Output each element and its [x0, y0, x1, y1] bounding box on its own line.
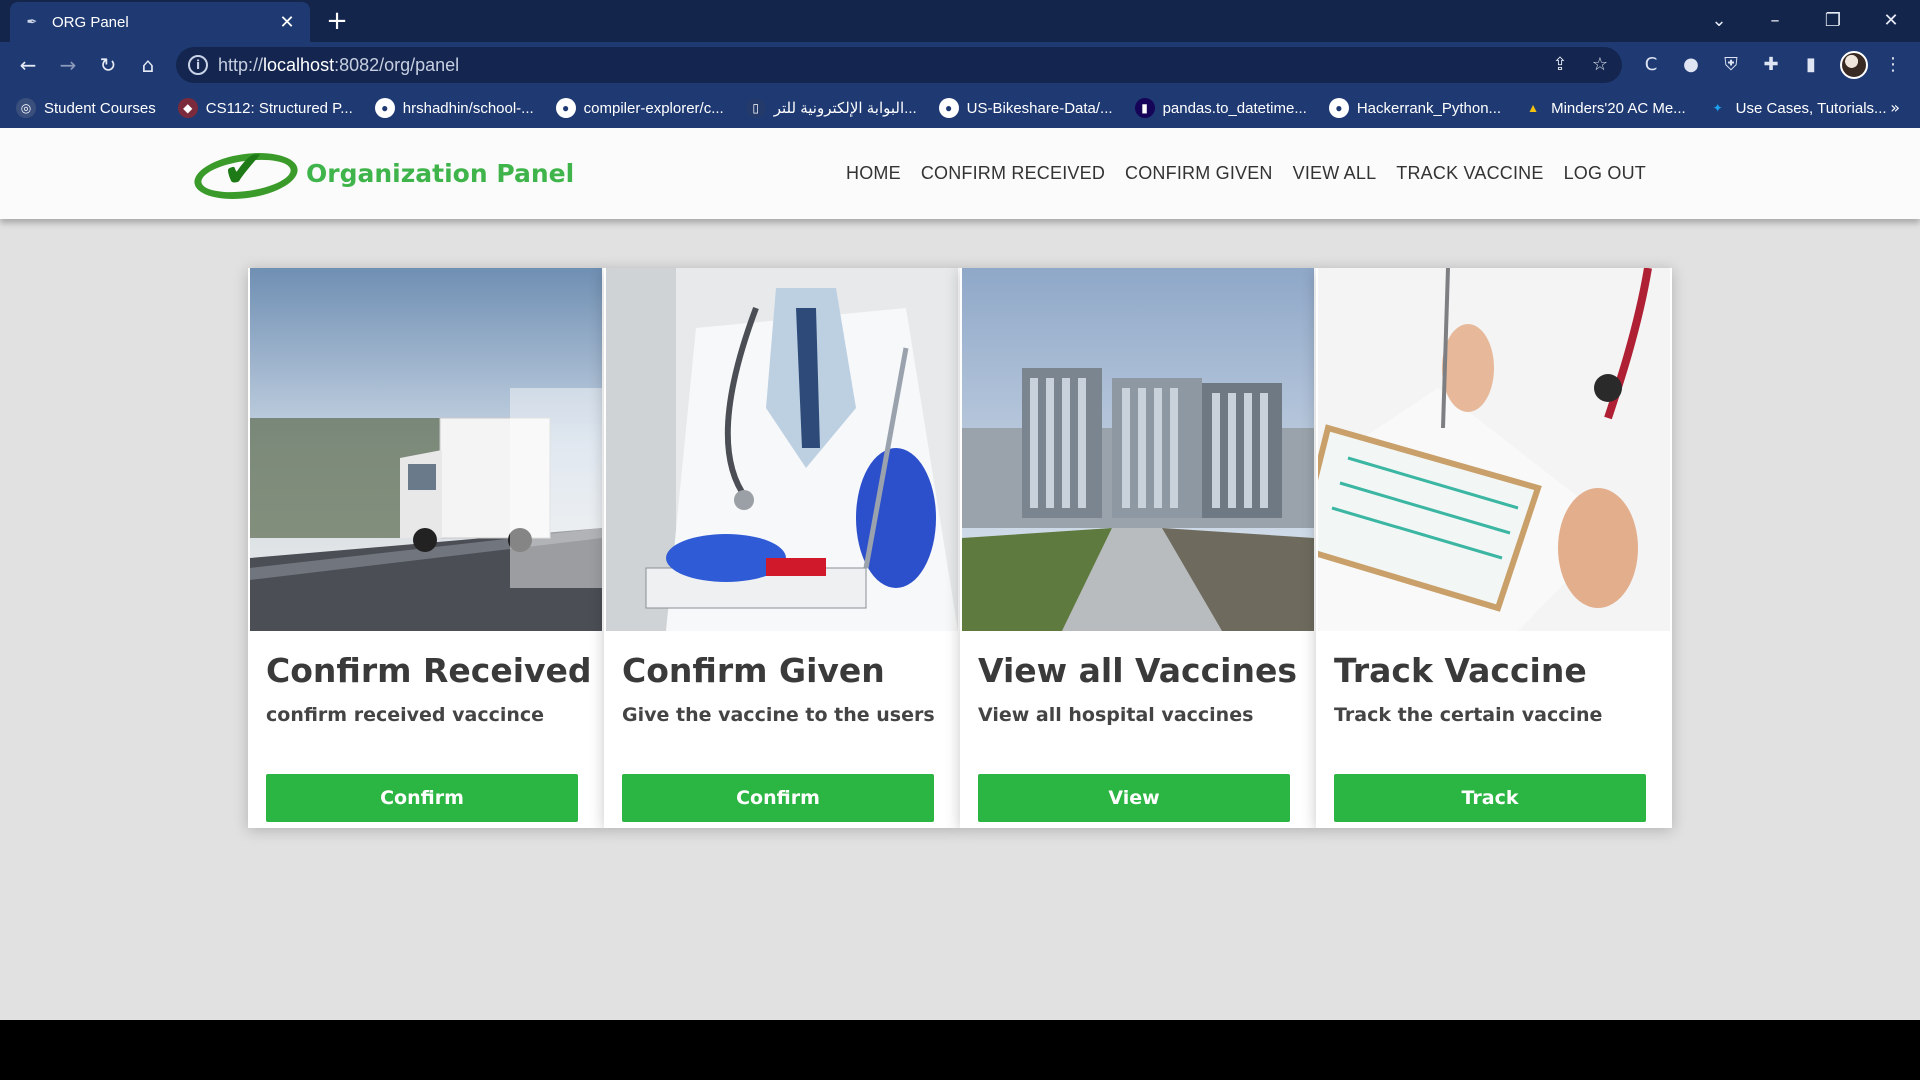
card-grid: Confirm Received confirm received vaccin… — [248, 268, 1672, 828]
extension-c-icon[interactable]: C — [1638, 52, 1664, 78]
github-icon: ● — [938, 98, 959, 118]
brand[interactable]: ✔ Organization Panel — [191, 142, 575, 206]
browser-toolbar: ← → ↻ ⌂ i http://localhost:8082/org/pane… — [0, 42, 1920, 88]
card-title: Confirm Received — [266, 651, 592, 690]
card-confirm-received: Confirm Received confirm received vaccin… — [248, 268, 604, 828]
forward-icon[interactable]: → — [54, 51, 82, 79]
bookmark-star-icon[interactable]: ☆ — [1588, 53, 1612, 77]
home-icon[interactable]: ⌂ — [134, 51, 162, 79]
github-icon: ● — [374, 98, 395, 118]
address-bar[interactable]: i http://localhost:8082/org/panel ⇪ ☆ — [176, 47, 1622, 83]
bookmark-item[interactable]: ▮ pandas.to_datetime... — [1134, 98, 1307, 118]
globe-icon: ◎ — [16, 98, 36, 118]
github-icon: ● — [555, 98, 576, 118]
card-description: confirm received vaccince — [266, 704, 545, 726]
site-info-icon[interactable]: i — [188, 55, 208, 75]
bookmark-item[interactable]: ● US-Bikeshare-Data/... — [938, 98, 1113, 118]
checkmark-logo-icon: ✔ — [191, 142, 301, 206]
menu-log-out[interactable]: LOG OUT — [1564, 163, 1646, 184]
close-window-icon[interactable]: ✕ — [1876, 6, 1906, 36]
menu-track-vaccine[interactable]: TRACK VACCINE — [1396, 163, 1543, 184]
tab-title: ORG Panel — [52, 13, 129, 31]
puzzle-extensions-icon[interactable]: ✚ — [1758, 52, 1784, 78]
bookmark-item[interactable]: ✦ Use Cases, Tutorials... — [1708, 98, 1887, 118]
bookmark-item[interactable]: ▲ Minders'20 AC Me... — [1523, 98, 1686, 118]
pandas-icon: ▮ — [1134, 98, 1155, 118]
hospital-building-image — [962, 268, 1314, 631]
bookmark-item[interactable]: ◎ Student Courses — [16, 98, 156, 118]
tab-strip: ✒ ORG Panel ✕ + ⌄ – ❐ ✕ — [0, 0, 1920, 42]
card-title: Track Vaccine — [1334, 651, 1587, 690]
minimize-icon[interactable]: – — [1760, 6, 1790, 36]
new-tab-button[interactable]: + — [324, 8, 350, 34]
page-content: ✔ Organization Panel HOME CONFIRM RECEIV… — [0, 128, 1920, 1020]
card-description: Give the vaccine to the users — [622, 704, 935, 726]
github-icon: ● — [1328, 98, 1349, 118]
bookmarks-bar: ◎ Student Courses ◆ CS112: Structured P...… — [0, 88, 1920, 128]
track-button[interactable]: Track — [1334, 774, 1646, 822]
menu-view-all[interactable]: VIEW ALL — [1293, 163, 1377, 184]
menu-confirm-given[interactable]: CONFIRM GIVEN — [1125, 163, 1273, 184]
close-tab-icon[interactable]: ✕ — [278, 13, 296, 31]
card-view-all-vaccines: View all Vaccines View all hospital vacc… — [960, 268, 1316, 828]
confirm-given-button[interactable]: Confirm — [622, 774, 934, 822]
bookmark-item[interactable]: ● hrshadhin/school-... — [374, 98, 534, 118]
cookie-icon[interactable]: ● — [1678, 52, 1704, 78]
screen-bottom-bar — [0, 1020, 1920, 1080]
more-menu-icon[interactable]: ⋮ — [1880, 52, 1906, 78]
shield-icon[interactable]: ⛨ — [1718, 52, 1744, 78]
card-track-vaccine: Track Vaccine Track the certain vaccine … — [1316, 268, 1672, 828]
bookmarks-overflow-icon[interactable]: » — [1890, 88, 1900, 128]
profile-avatar[interactable] — [1840, 51, 1868, 79]
tab-org-panel[interactable]: ✒ ORG Panel ✕ — [10, 2, 310, 42]
pen-icon: ✒ — [26, 14, 38, 29]
twitter-icon: ✦ — [1712, 101, 1723, 115]
main-menu: HOME CONFIRM RECEIVED CONFIRM GIVEN VIEW… — [826, 128, 1646, 219]
delivery-truck-image — [250, 268, 602, 631]
drive-icon: ▲ — [1527, 101, 1540, 115]
bookmark-item[interactable]: ● Hackerrank_Python... — [1328, 98, 1501, 118]
back-icon[interactable]: ← — [14, 51, 42, 79]
browser-window: ✒ ORG Panel ✕ + ⌄ – ❐ ✕ ← → ↻ ⌂ i http:/… — [0, 0, 1920, 1020]
doctor-stethoscope-image — [606, 268, 958, 631]
restore-icon[interactable]: ❐ — [1818, 6, 1848, 36]
card-title: Confirm Given — [622, 651, 885, 690]
menu-home[interactable]: HOME — [846, 163, 901, 184]
confirm-received-button[interactable]: Confirm — [266, 774, 578, 822]
card-description: View all hospital vaccines — [978, 704, 1254, 726]
site-navbar: ✔ Organization Panel HOME CONFIRM RECEIV… — [0, 128, 1920, 219]
tab-search-icon[interactable]: ⌄ — [1704, 6, 1734, 36]
bookmark-icon: ◆ — [177, 98, 198, 118]
bookmark-item[interactable]: ▯ البوابة الإلكترونية للتر... — [745, 98, 917, 118]
reload-icon[interactable]: ↻ — [94, 51, 122, 79]
bookmark-item[interactable]: ● compiler-explorer/c... — [555, 98, 724, 118]
doctor-clipboard-image — [1318, 268, 1670, 631]
share-icon[interactable]: ⇪ — [1548, 53, 1572, 77]
card-title: View all Vaccines — [978, 651, 1297, 690]
url-text[interactable]: http://localhost:8082/org/panel — [218, 47, 459, 83]
portal-icon: ▯ — [745, 98, 766, 118]
view-button[interactable]: View — [978, 774, 1290, 822]
brand-title: Organization Panel — [306, 158, 575, 188]
card-confirm-given: Confirm Given Give the vaccine to the us… — [604, 268, 960, 828]
side-panel-icon[interactable]: ▮ — [1798, 52, 1824, 78]
menu-confirm-received[interactable]: CONFIRM RECEIVED — [921, 163, 1105, 184]
bookmark-item[interactable]: ◆ CS112: Structured P... — [177, 98, 353, 118]
card-description: Track the certain vaccine — [1334, 704, 1603, 726]
